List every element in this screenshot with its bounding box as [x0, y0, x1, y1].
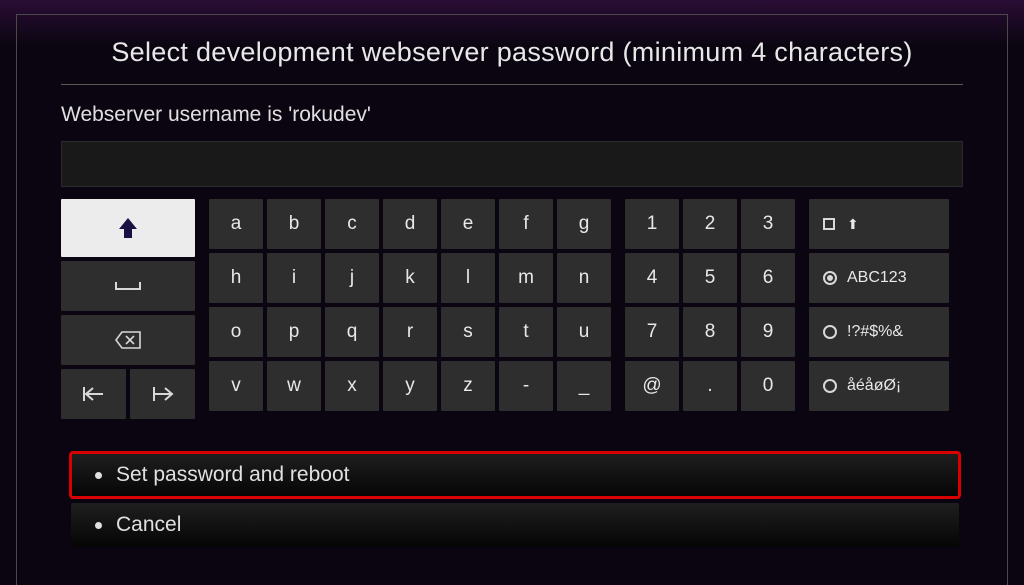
key-2[interactable]: 2 — [683, 199, 737, 249]
shift-key[interactable] — [61, 199, 195, 257]
key-g[interactable]: g — [557, 199, 611, 249]
key-y[interactable]: y — [383, 361, 437, 411]
key-underscore[interactable]: _ — [557, 361, 611, 411]
action-list: Set password and reboot Cancel — [61, 453, 963, 547]
key-a[interactable]: a — [209, 199, 263, 249]
tab-left-key[interactable] — [61, 369, 126, 419]
bullet-icon — [95, 472, 102, 479]
key-p[interactable]: p — [267, 307, 321, 357]
key-8[interactable]: 8 — [683, 307, 737, 357]
space-key[interactable] — [61, 261, 195, 311]
space-icon — [115, 281, 141, 291]
key-period[interactable]: . — [683, 361, 737, 411]
username-note: Webserver username is 'rokudev' — [61, 103, 963, 127]
key-s[interactable]: s — [441, 307, 495, 357]
key-r[interactable]: r — [383, 307, 437, 357]
tab-right-key[interactable] — [130, 369, 195, 419]
key-b[interactable]: b — [267, 199, 321, 249]
radio-unselected-icon — [821, 325, 839, 339]
key-4[interactable]: 4 — [625, 253, 679, 303]
key-w[interactable]: w — [267, 361, 321, 411]
mode-intl-key[interactable]: åéåøØ¡ — [809, 361, 949, 411]
mode-abc123-label: ABC123 — [847, 269, 907, 287]
key-7[interactable]: 7 — [625, 307, 679, 357]
page-title: Select development webserver password (m… — [61, 35, 963, 70]
key-f[interactable]: f — [499, 199, 553, 249]
key-1[interactable]: 1 — [625, 199, 679, 249]
key-6[interactable]: 6 — [741, 253, 795, 303]
mode-symbols-key[interactable]: !?#$%& — [809, 307, 949, 357]
key-h[interactable]: h — [209, 253, 263, 303]
cancel-label: Cancel — [116, 513, 181, 537]
key-dash[interactable]: - — [499, 361, 553, 411]
dialog-frame: Select development webserver password (m… — [16, 14, 1008, 585]
shift-icon — [119, 218, 137, 238]
key-c[interactable]: c — [325, 199, 379, 249]
up-arrow-icon: ⬆ — [847, 216, 859, 233]
backspace-icon — [115, 331, 141, 349]
key-l[interactable]: l — [441, 253, 495, 303]
key-e[interactable]: e — [441, 199, 495, 249]
bullet-icon — [95, 522, 102, 529]
key-n[interactable]: n — [557, 253, 611, 303]
key-3[interactable]: 3 — [741, 199, 795, 249]
keyboard-number-grid: 123 456 789 @.0 — [625, 199, 795, 419]
set-password-reboot-button[interactable]: Set password and reboot — [71, 453, 959, 497]
keyboard-mode-column: ⬆ ABC123 !?#$%& åéåøØ¡ — [809, 199, 949, 419]
cancel-button[interactable]: Cancel — [71, 503, 959, 547]
key-i[interactable]: i — [267, 253, 321, 303]
key-t[interactable]: t — [499, 307, 553, 357]
key-0[interactable]: 0 — [741, 361, 795, 411]
key-k[interactable]: k — [383, 253, 437, 303]
square-icon — [821, 218, 839, 230]
keyboard: abcdefg hijklmn opqrstu vwxyz-_ 123 456 789 @.… — [61, 199, 963, 419]
key-d[interactable]: d — [383, 199, 437, 249]
key-q[interactable]: q — [325, 307, 379, 357]
tab-right-icon — [152, 386, 174, 402]
set-password-label: Set password and reboot — [116, 463, 349, 487]
key-9[interactable]: 9 — [741, 307, 795, 357]
key-x[interactable]: x — [325, 361, 379, 411]
password-input[interactable] — [61, 141, 963, 187]
key-m[interactable]: m — [499, 253, 553, 303]
tab-left-icon — [83, 386, 105, 402]
key-z[interactable]: z — [441, 361, 495, 411]
mode-symbols-label: !?#$%& — [847, 323, 903, 341]
key-o[interactable]: o — [209, 307, 263, 357]
key-u[interactable]: u — [557, 307, 611, 357]
keyboard-function-column — [61, 199, 195, 419]
key-j[interactable]: j — [325, 253, 379, 303]
radio-unselected-icon — [821, 379, 839, 393]
title-divider — [61, 84, 963, 85]
mode-intl-label: åéåøØ¡ — [847, 377, 901, 395]
keyboard-letter-grid: abcdefg hijklmn opqrstu vwxyz-_ — [209, 199, 611, 419]
mode-abc123-key[interactable]: ABC123 — [809, 253, 949, 303]
radio-selected-icon — [821, 271, 839, 285]
key-5[interactable]: 5 — [683, 253, 737, 303]
key-v[interactable]: v — [209, 361, 263, 411]
backspace-key[interactable] — [61, 315, 195, 365]
key-at[interactable]: @ — [625, 361, 679, 411]
mode-caps-key[interactable]: ⬆ — [809, 199, 949, 249]
